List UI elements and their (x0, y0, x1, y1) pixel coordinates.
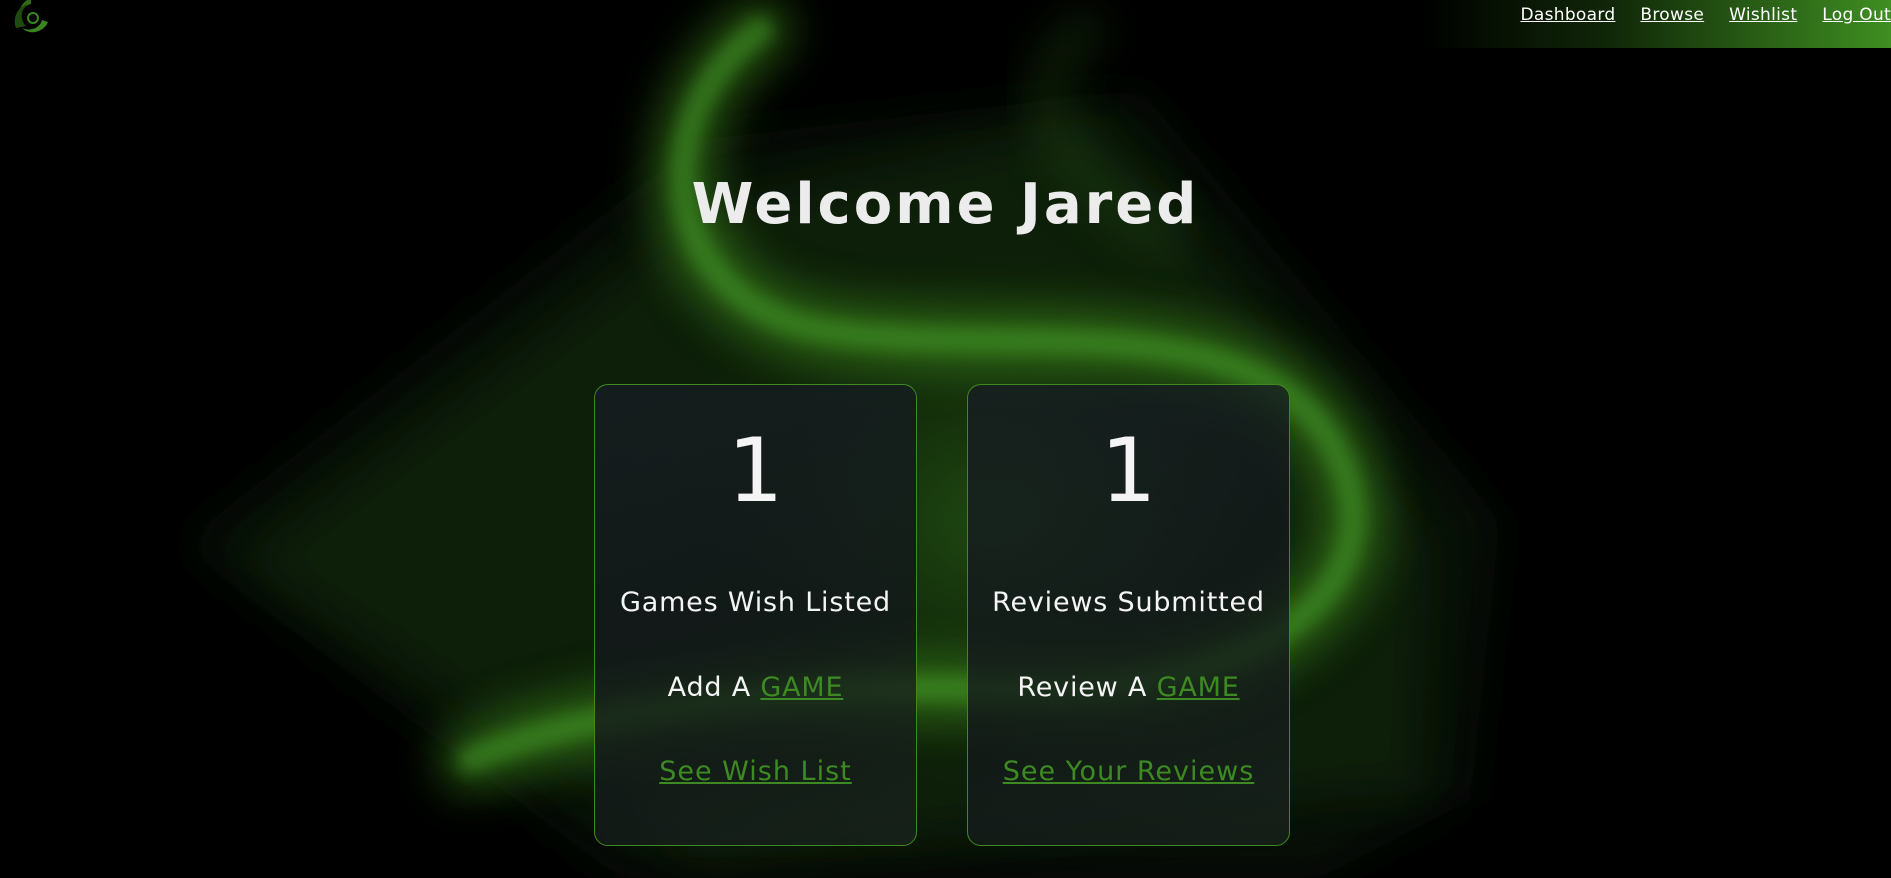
review-game-prefix: Review A (1017, 672, 1148, 703)
nav-link-wishlist[interactable]: Wishlist (1729, 5, 1797, 25)
wishlist-count: 1 (727, 419, 784, 522)
see-wish-list-link[interactable]: See Wish List (595, 756, 916, 787)
reviews-count: 1 (1100, 419, 1157, 522)
wishlist-summary-card: 1 Games Wish Listed Add A GAME See Wish … (594, 384, 917, 846)
page: Dashboard Browse Wishlist Log Out Welcom… (0, 0, 1891, 878)
add-game-line: Add A GAME (595, 672, 916, 703)
nav-link-dashboard[interactable]: Dashboard (1520, 5, 1615, 25)
page-title: Welcome Jared (691, 172, 1200, 237)
top-navigation: Dashboard Browse Wishlist Log Out (1421, 0, 1891, 48)
add-game-link[interactable]: GAME (760, 672, 843, 703)
nav-links: Dashboard Browse Wishlist Log Out (1520, 5, 1891, 25)
see-your-reviews-link[interactable]: See Your Reviews (968, 756, 1289, 787)
nav-link-log-out[interactable]: Log Out (1822, 5, 1891, 25)
review-game-link[interactable]: GAME (1157, 672, 1240, 703)
background-swirl-art (180, 0, 1500, 878)
reviews-summary-card: 1 Reviews Submitted Review A GAME See Yo… (967, 384, 1290, 846)
review-game-line: Review A GAME (968, 672, 1289, 703)
nav-link-browse[interactable]: Browse (1640, 5, 1704, 25)
logo-icon[interactable] (6, 0, 56, 40)
reviews-count-label: Reviews Submitted (992, 587, 1265, 618)
wishlist-count-label: Games Wish Listed (620, 587, 891, 618)
add-game-prefix: Add A (667, 672, 751, 703)
